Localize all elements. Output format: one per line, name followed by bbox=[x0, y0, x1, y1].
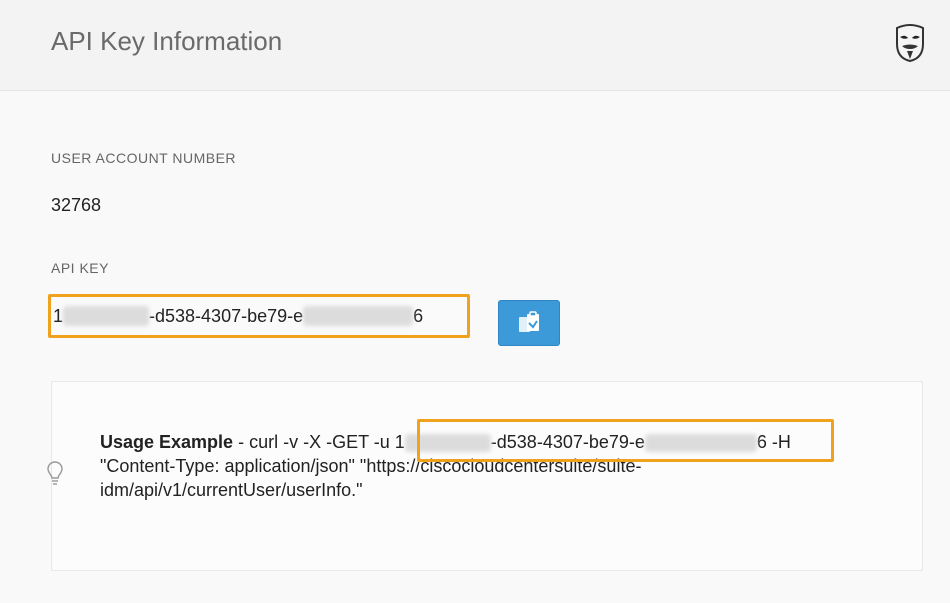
api-key-label: API KEY bbox=[51, 260, 109, 276]
api-key-middle: -d538-4307-be79-e bbox=[149, 305, 304, 326]
user-account-number-value: 32768 bbox=[51, 195, 102, 215]
api-key-field[interactable]: 1 -d538-4307-be79-e 6 bbox=[48, 294, 470, 338]
lightbulb-icon bbox=[46, 460, 64, 486]
api-key-suffix: 6 bbox=[413, 305, 424, 326]
api-key-prefix: 1 bbox=[53, 305, 64, 326]
anonymous-mask-icon[interactable] bbox=[893, 24, 927, 63]
api-key-redacted-segment bbox=[63, 306, 150, 326]
copy-api-key-button[interactable] bbox=[498, 300, 560, 346]
page-title: API Key Information bbox=[51, 26, 283, 56]
api-key-redacted-segment bbox=[303, 306, 414, 326]
usage-key-highlight bbox=[417, 419, 834, 462]
copy-to-clipboard-icon bbox=[519, 311, 539, 332]
user-account-number-label: USER ACCOUNT NUMBER bbox=[51, 150, 237, 166]
usage-example-heading: Usage Example bbox=[100, 432, 234, 452]
usage-command-start: - curl -v -X -GET -u bbox=[233, 432, 395, 452]
page-header: API Key Information bbox=[0, 0, 950, 91]
usage-key-prefix: 1 bbox=[394, 432, 405, 452]
